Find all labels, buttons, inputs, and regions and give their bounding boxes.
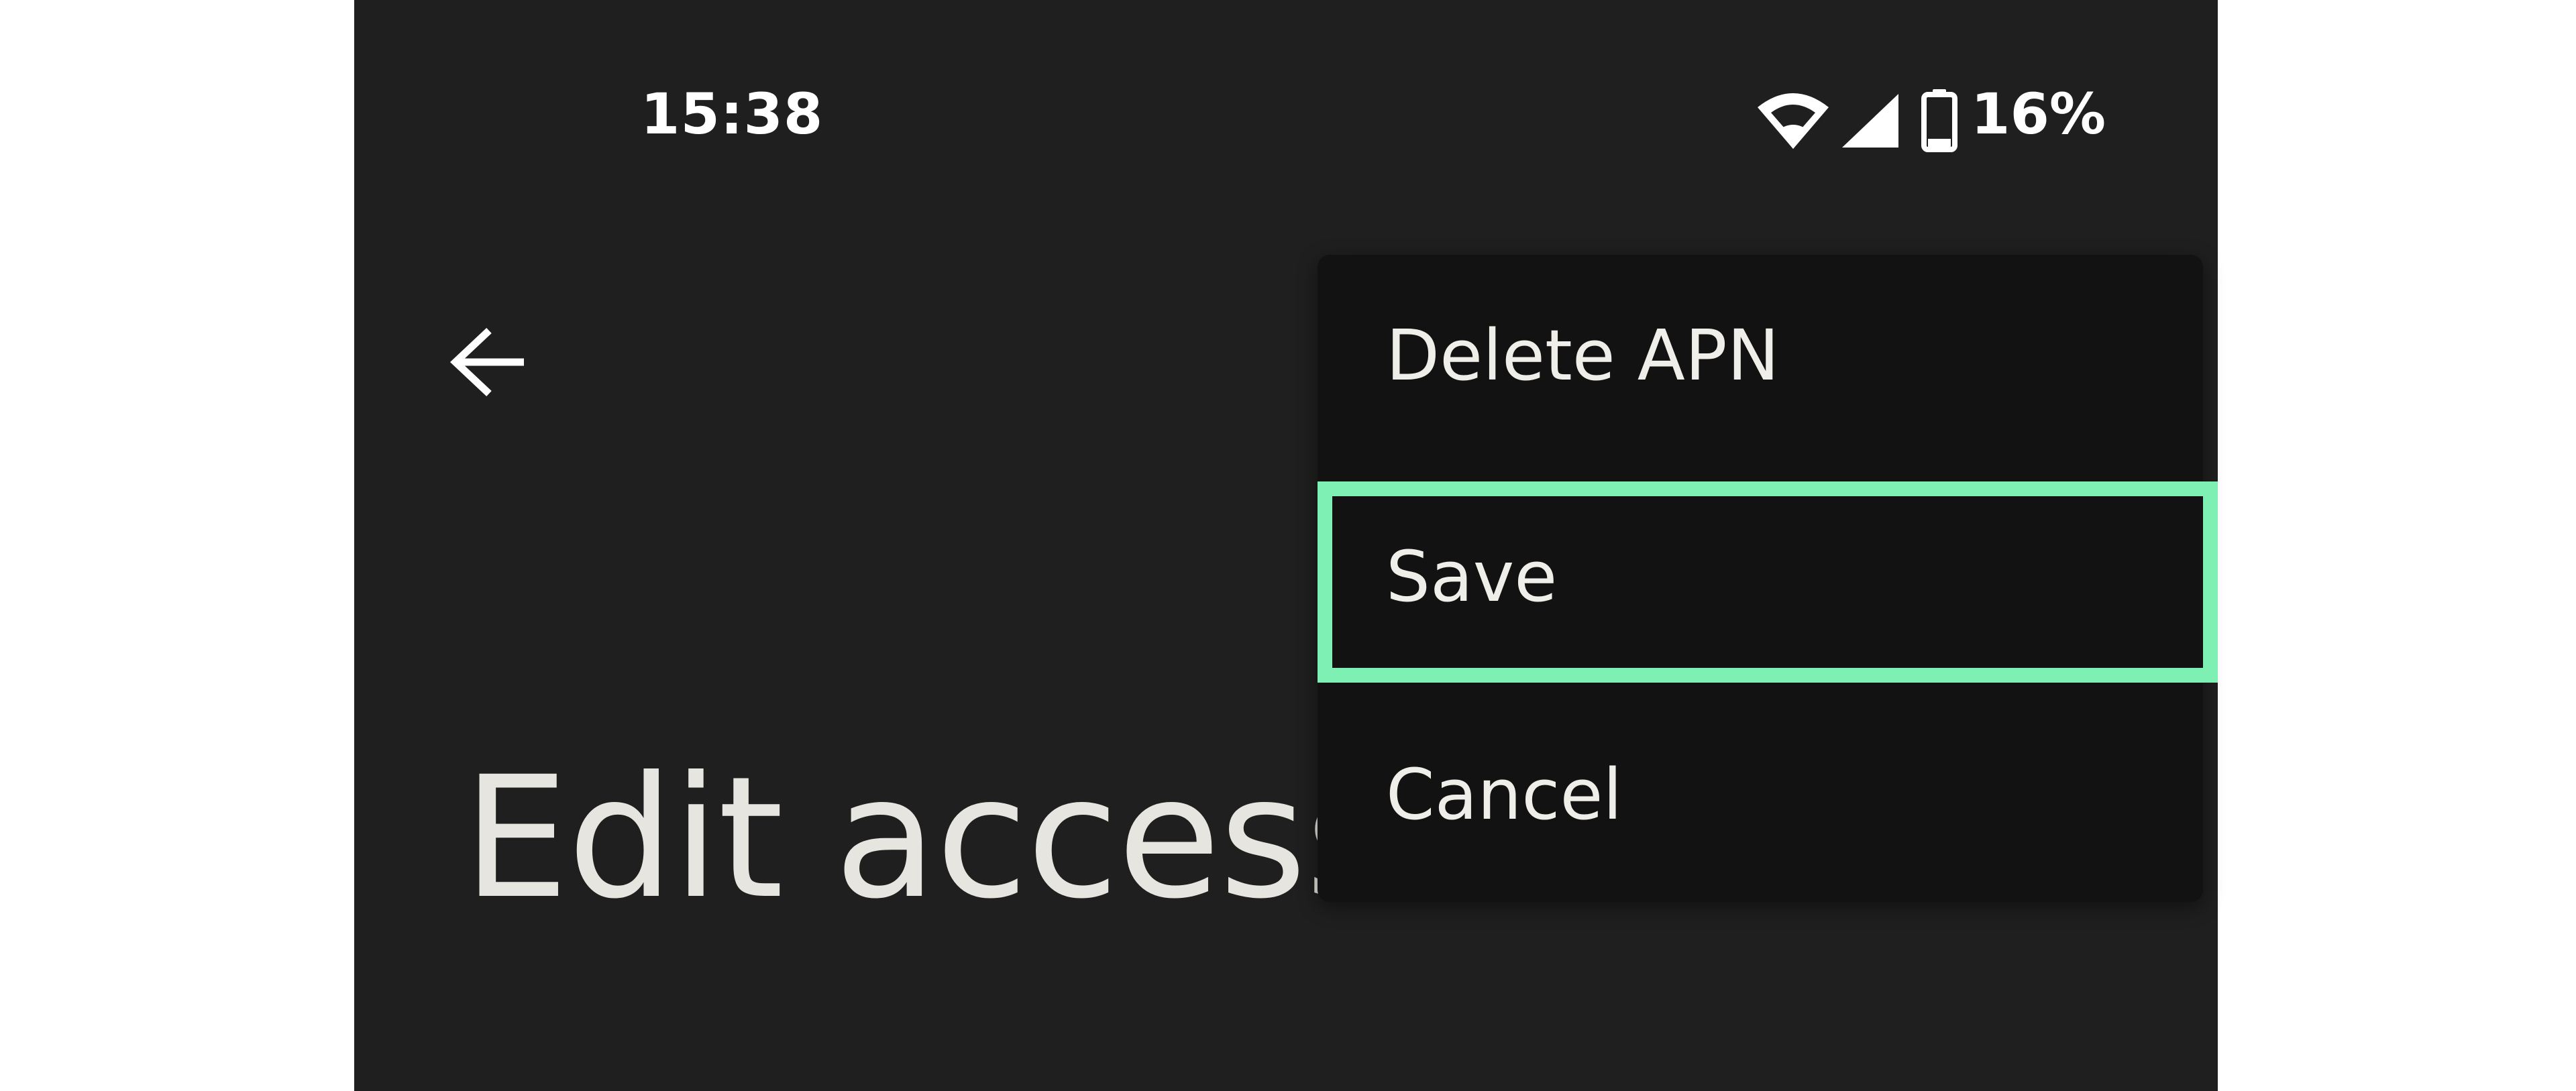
menu-item-cancel[interactable]: Cancel: [1318, 694, 2203, 895]
overflow-menu: Delete APN Save Cancel: [1318, 255, 2203, 902]
screenshot-canvas: 15:38 16% Edit access Delete APN Save Ca…: [0, 0, 2576, 1091]
page-title: Edit access: [463, 740, 1393, 935]
battery-icon: [1921, 89, 1957, 152]
menu-item-label: Delete APN: [1386, 314, 1780, 396]
back-button[interactable]: [435, 308, 542, 416]
menu-item-label: Cancel: [1386, 754, 1623, 836]
menu-item-save[interactable]: Save: [1318, 476, 2203, 677]
status-time: 15:38: [641, 81, 824, 147]
wifi-icon: [1758, 93, 1829, 149]
arrow-left-icon: [449, 327, 524, 397]
menu-item-label: Save: [1386, 536, 1558, 618]
battery-percentage: 16%: [1971, 81, 2106, 147]
signal-icon: [1842, 94, 1898, 148]
menu-item-delete-apn[interactable]: Delete APN: [1318, 255, 2203, 456]
